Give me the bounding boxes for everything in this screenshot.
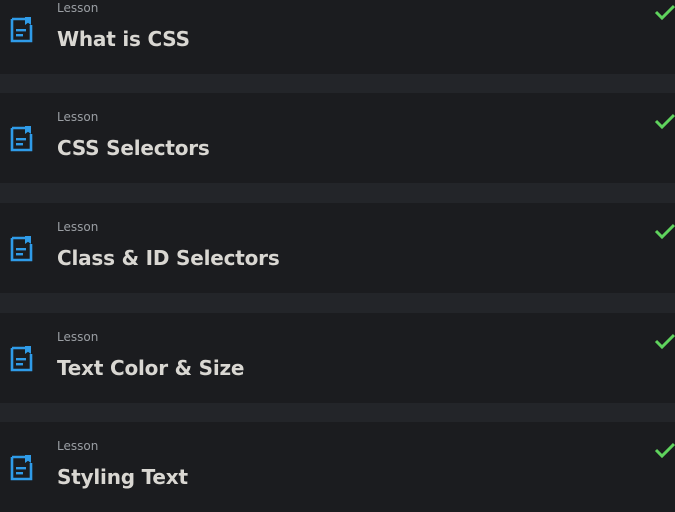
lesson-row[interactable]: Lesson CSS Selectors <box>0 93 675 183</box>
lesson-row[interactable]: Lesson Styling Text <box>0 422 675 512</box>
check-icon <box>654 442 675 458</box>
lesson-type-label: Lesson <box>57 439 99 453</box>
check-icon <box>654 4 675 20</box>
lesson-title[interactable]: What is CSS <box>57 26 190 52</box>
lesson-row[interactable]: Lesson Text Color & Size <box>0 313 675 403</box>
lesson-row[interactable]: Lesson What is CSS <box>0 0 675 74</box>
lesson-row[interactable]: Lesson Class & ID Selectors <box>0 203 675 293</box>
lesson-type-label: Lesson <box>57 220 99 234</box>
document-icon <box>10 454 34 482</box>
lesson-type-label: Lesson <box>57 330 99 344</box>
lesson-type-label: Lesson <box>57 110 99 124</box>
check-icon <box>654 333 675 349</box>
document-icon <box>10 235 34 263</box>
lesson-title[interactable]: CSS Selectors <box>57 135 210 161</box>
lesson-title[interactable]: Class & ID Selectors <box>57 245 280 271</box>
check-icon <box>654 113 675 129</box>
lesson-type-label: Lesson <box>57 1 99 15</box>
lesson-title[interactable]: Text Color & Size <box>57 355 244 381</box>
document-icon <box>10 16 34 44</box>
check-icon <box>654 223 675 239</box>
document-icon <box>10 345 34 373</box>
document-icon <box>10 125 34 153</box>
lesson-title[interactable]: Styling Text <box>57 464 188 490</box>
lesson-list: Lesson What is CSS Lesson CSS Selectors <box>0 0 675 512</box>
